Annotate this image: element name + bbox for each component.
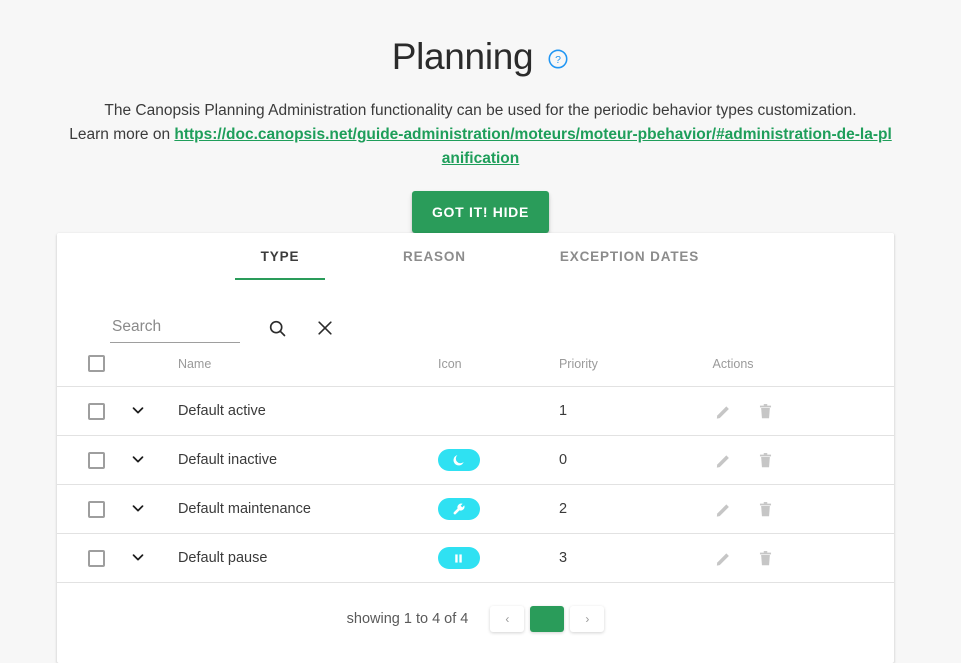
page-title: Planning: [392, 38, 534, 75]
row-actions-cell: [713, 534, 894, 583]
planning-banner: Planning ? The Canopsis Planning Adminis…: [0, 0, 961, 233]
row-actions-cell: [713, 387, 894, 436]
row-select-cell: [57, 436, 127, 485]
row-select-cell: [57, 485, 127, 534]
close-x-icon[interactable]: [312, 315, 338, 341]
delete-trash-icon[interactable]: [755, 449, 777, 471]
pause-icon: [452, 552, 465, 565]
row-expand-cell: [127, 534, 178, 583]
row-priority: 1: [559, 387, 713, 436]
row-select-cell: [57, 534, 127, 583]
tab-type[interactable]: TYPE: [235, 233, 325, 280]
edit-pencil-icon[interactable]: [713, 400, 735, 422]
chevron-down-icon[interactable]: [127, 399, 149, 421]
tab-spacer-2: [482, 233, 544, 280]
search-field: [110, 317, 240, 343]
chevron-down-icon[interactable]: [127, 448, 149, 470]
svg-text:?: ?: [555, 54, 561, 66]
planning-card: TYPE REASON EXCEPTION DATES: [57, 233, 894, 663]
row-priority: 2: [559, 485, 713, 534]
edit-pencil-icon[interactable]: [713, 498, 735, 520]
delete-trash-icon[interactable]: [755, 547, 777, 569]
title-row: Planning ?: [0, 30, 961, 82]
row-icon-cell: [438, 436, 559, 485]
types-table: Name Icon Priority Actions: [57, 355, 894, 583]
tab-bar: TYPE REASON EXCEPTION DATES: [57, 233, 894, 281]
pagination-page-1-button[interactable]: [530, 606, 564, 632]
expand-header: [127, 355, 178, 387]
row-name: Default pause: [178, 534, 438, 583]
delete-trash-icon[interactable]: [755, 400, 777, 422]
row-expand-cell: [127, 387, 178, 436]
row-checkbox[interactable]: [88, 452, 105, 469]
row-checkbox[interactable]: [88, 550, 105, 567]
got-it-hide-button[interactable]: GOT IT! HIDE: [412, 191, 549, 233]
row-icon-cell: [438, 534, 559, 583]
chevron-down-icon[interactable]: [127, 497, 149, 519]
row-checkbox[interactable]: [88, 501, 105, 518]
type-icon-chip: [438, 498, 480, 520]
pagination: ‹ ›: [490, 606, 604, 632]
showing-count: showing 1 to 4 of 4: [347, 611, 469, 627]
header-name[interactable]: Name: [178, 355, 438, 387]
banner-actions: GOT IT! HIDE: [0, 191, 961, 233]
table-footer: showing 1 to 4 of 4 ‹ ›: [57, 583, 894, 632]
header-actions: Actions: [713, 355, 894, 387]
table-row[interactable]: Default maintenance 2: [57, 485, 894, 534]
row-select-cell: [57, 387, 127, 436]
banner-description: The Canopsis Planning Administration fun…: [66, 99, 896, 171]
select-all-checkbox[interactable]: [88, 355, 105, 372]
row-priority: 0: [559, 436, 713, 485]
row-expand-cell: [127, 485, 178, 534]
documentation-link[interactable]: https://doc.canopsis.net/guide-administr…: [174, 126, 891, 167]
header-icon[interactable]: Icon: [438, 355, 559, 387]
tab-exception-dates[interactable]: EXCEPTION DATES: [544, 233, 715, 280]
pagination-prev-button[interactable]: ‹: [490, 606, 524, 632]
banner-line-1: The Canopsis Planning Administration fun…: [104, 102, 856, 119]
row-checkbox[interactable]: [88, 403, 105, 420]
row-name: Default inactive: [178, 436, 438, 485]
row-name: Default maintenance: [178, 485, 438, 534]
chevron-down-icon[interactable]: [127, 546, 149, 568]
table-header-row: Name Icon Priority Actions: [57, 355, 894, 387]
pagination-next-button[interactable]: ›: [570, 606, 604, 632]
edit-pencil-icon[interactable]: [713, 449, 735, 471]
wrench-icon: [452, 502, 466, 516]
row-expand-cell: [127, 436, 178, 485]
search-input[interactable]: [110, 317, 240, 337]
header-priority[interactable]: Priority: [559, 355, 713, 387]
help-circle-icon[interactable]: ?: [547, 48, 569, 70]
row-priority: 3: [559, 534, 713, 583]
table-row[interactable]: Default active 1: [57, 387, 894, 436]
select-all-header: [57, 355, 127, 387]
table-row[interactable]: Default inactive 0: [57, 436, 894, 485]
type-icon-chip: [438, 449, 480, 471]
magnifier-icon[interactable]: [264, 315, 290, 341]
row-actions-cell: [713, 485, 894, 534]
edit-pencil-icon[interactable]: [713, 547, 735, 569]
banner-line-2-prefix: Learn more on: [69, 126, 174, 143]
row-actions-cell: [713, 436, 894, 485]
tab-spacer-1: [325, 233, 387, 280]
table-body: Default active 1: [57, 387, 894, 583]
type-icon-chip: [438, 547, 480, 569]
search-row: [57, 281, 894, 343]
table-row[interactable]: Default pause 3: [57, 534, 894, 583]
row-icon-cell: [438, 485, 559, 534]
row-icon-cell: [438, 387, 559, 436]
delete-trash-icon[interactable]: [755, 498, 777, 520]
table-head: Name Icon Priority Actions: [57, 355, 894, 387]
tab-reason[interactable]: REASON: [387, 233, 482, 280]
moon-icon: [452, 453, 466, 467]
row-name: Default active: [178, 387, 438, 436]
